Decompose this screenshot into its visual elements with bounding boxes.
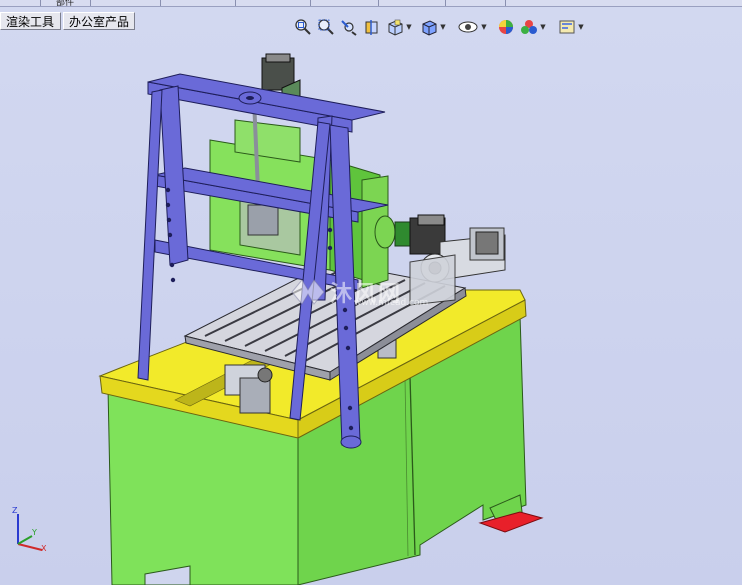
graphics-viewport[interactable]: 部件 渲染工具 办公室产品 ▼ ▼ ▼ ▼ ▼ 沐风网 www.mfcad.co… — [0, 0, 742, 585]
watermark-url: www.mfcad.com — [354, 298, 429, 308]
reference-triad: Z Y X — [6, 506, 50, 556]
watermark-logo: 沐风网 www.mfcad.com — [290, 270, 450, 314]
triad-x-label: X — [41, 544, 47, 553]
watermark-icon — [291, 279, 325, 305]
triad-y-label: Y — [32, 528, 37, 537]
triad-z-label: Z — [12, 506, 18, 515]
